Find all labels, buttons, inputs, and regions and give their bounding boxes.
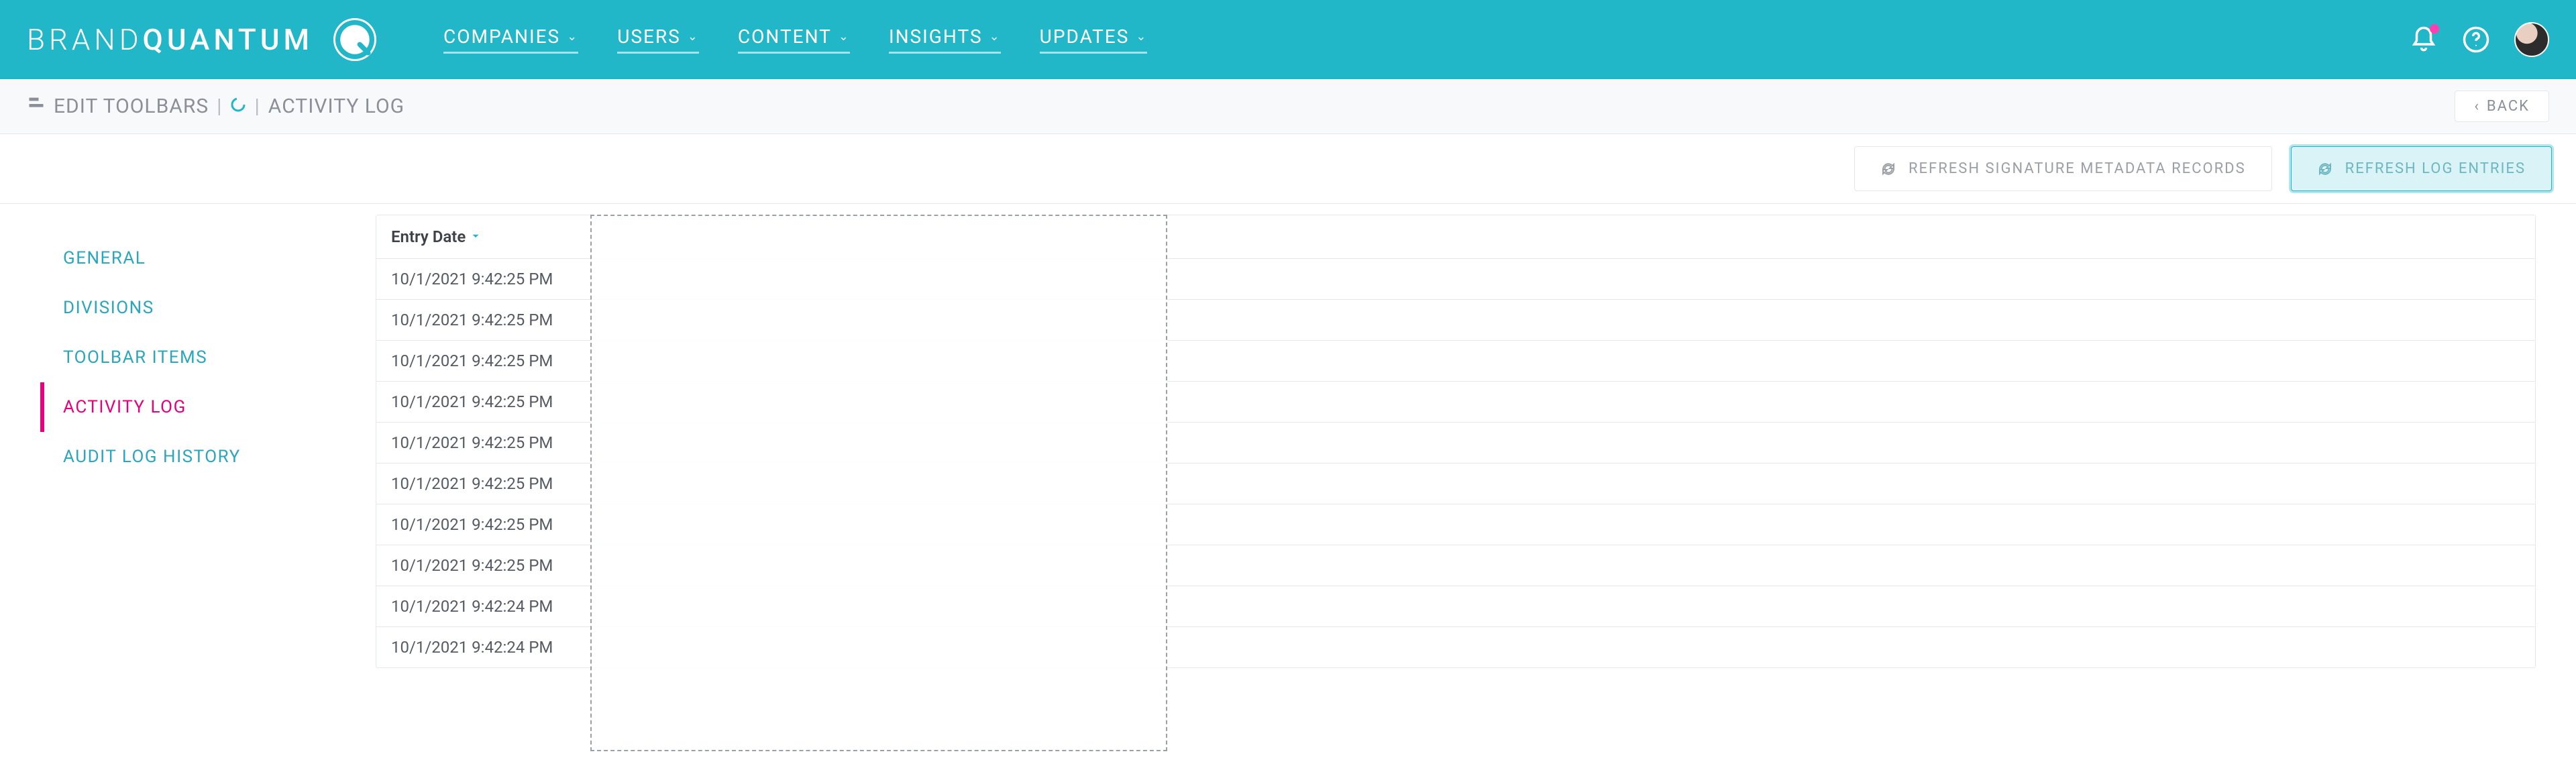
cell-rest	[591, 473, 2535, 494]
refresh-metadata-label: REFRESH SIGNATURE METADATA RECORDS	[1909, 160, 2246, 177]
brand-logo-icon	[333, 18, 376, 61]
chevron-down-icon: ⌄	[989, 30, 1001, 44]
content-area: Entry Date 10/1/2021 9:42:25 PM10/1/2021…	[376, 215, 2576, 668]
sidebar-item-label: TOOLBAR ITEMS	[63, 347, 207, 368]
cell-entry-date: 10/1/2021 9:42:25 PM	[376, 545, 591, 586]
help-icon	[2462, 25, 2490, 54]
brand-word-1: BRAND	[27, 22, 143, 57]
table-row[interactable]: 10/1/2021 9:42:25 PM	[376, 300, 2535, 341]
help-button[interactable]	[2462, 25, 2490, 54]
refresh-log-button[interactable]: REFRESH LOG ENTRIES	[2291, 146, 2552, 191]
sidebar-item-divisions[interactable]: DIVISIONS	[40, 283, 349, 333]
cell-rest	[591, 309, 2535, 331]
refresh-log-label: REFRESH LOG ENTRIES	[2345, 160, 2526, 177]
table-row[interactable]: 10/1/2021 9:42:25 PM	[376, 259, 2535, 300]
breadcrumb-title: EDIT TOOLBARS	[54, 95, 209, 118]
sidebar-item-label: AUDIT LOG HISTORY	[63, 447, 241, 467]
activity-log-table: Entry Date 10/1/2021 9:42:25 PM10/1/2021…	[376, 215, 2536, 668]
chevron-down-icon: ⌄	[1136, 30, 1147, 44]
chevron-down-icon: ⌄	[839, 30, 850, 44]
cell-rest	[591, 350, 2535, 372]
table-row[interactable]: 10/1/2021 9:42:24 PM	[376, 627, 2535, 667]
notifications-button[interactable]	[2410, 25, 2438, 54]
table-row[interactable]: 10/1/2021 9:42:24 PM	[376, 586, 2535, 627]
chevron-left-icon: ‹	[2474, 98, 2480, 115]
loading-spinner-icon	[230, 95, 246, 118]
topnav-icons	[2410, 22, 2549, 57]
column-header-rest	[591, 225, 2535, 249]
cell-entry-date: 10/1/2021 9:42:24 PM	[376, 627, 591, 667]
sidebar-item-audit-log-history[interactable]: AUDIT LOG HISTORY	[40, 432, 349, 482]
nav-insights[interactable]: INSIGHTS ⌄	[889, 25, 1001, 54]
sidebar-item-label: GENERAL	[63, 248, 146, 268]
brand-wordmark: BRANDQUANTUM	[27, 22, 313, 57]
main-body: GENERAL DIVISIONS TOOLBAR ITEMS ACTIVITY…	[0, 204, 2576, 668]
nav-label: USERS	[617, 25, 681, 48]
cell-rest	[591, 555, 2535, 576]
column-header-label: Entry Date	[391, 227, 466, 246]
cell-rest	[591, 268, 2535, 290]
notification-dot-icon	[2430, 24, 2439, 34]
breadcrumb-separator: |	[217, 95, 222, 118]
column-header-entry-date[interactable]: Entry Date	[376, 215, 591, 258]
cell-entry-date: 10/1/2021 9:42:25 PM	[376, 423, 591, 463]
cell-rest	[591, 596, 2535, 617]
toolbar-icon	[27, 95, 46, 119]
brand: BRANDQUANTUM	[27, 18, 376, 61]
table-row[interactable]: 10/1/2021 9:42:25 PM	[376, 504, 2535, 545]
nav-users[interactable]: USERS ⌄	[617, 25, 699, 54]
breadcrumb-section: ACTIVITY LOG	[268, 95, 405, 118]
table-row[interactable]: 10/1/2021 9:42:25 PM	[376, 463, 2535, 504]
refresh-icon	[1880, 161, 1896, 177]
table-row[interactable]: 10/1/2021 9:42:25 PM	[376, 545, 2535, 586]
brand-word-2: QUANTUM	[143, 22, 313, 57]
breadcrumb-separator: |	[254, 95, 260, 118]
cell-entry-date: 10/1/2021 9:42:25 PM	[376, 382, 591, 422]
cell-entry-date: 10/1/2021 9:42:25 PM	[376, 259, 591, 299]
cell-rest	[591, 637, 2535, 658]
sidebar-item-toolbar-items[interactable]: TOOLBAR ITEMS	[40, 333, 349, 382]
cell-entry-date: 10/1/2021 9:42:25 PM	[376, 341, 591, 381]
table-row[interactable]: 10/1/2021 9:42:25 PM	[376, 423, 2535, 463]
nav-label: COMPANIES	[443, 25, 560, 48]
chevron-down-icon: ⌄	[688, 30, 699, 44]
table-header-row: Entry Date	[376, 215, 2535, 259]
nav-label: UPDATES	[1040, 25, 1130, 48]
sidebar-item-label: ACTIVITY LOG	[63, 397, 186, 417]
sidebar: GENERAL DIVISIONS TOOLBAR ITEMS ACTIVITY…	[40, 215, 349, 482]
cell-rest	[591, 514, 2535, 535]
table-row[interactable]: 10/1/2021 9:42:25 PM	[376, 382, 2535, 423]
sidebar-item-general[interactable]: GENERAL	[40, 233, 349, 283]
top-nav: BRANDQUANTUM COMPANIES ⌄ USERS ⌄ CONTENT…	[0, 0, 2576, 79]
cell-rest	[591, 432, 2535, 453]
nav-updates[interactable]: UPDATES ⌄	[1040, 25, 1148, 54]
refresh-icon	[2317, 161, 2333, 177]
main-menu: COMPANIES ⌄ USERS ⌄ CONTENT ⌄ INSIGHTS ⌄…	[443, 25, 1147, 54]
sidebar-item-label: DIVISIONS	[63, 298, 154, 318]
refresh-metadata-button[interactable]: REFRESH SIGNATURE METADATA RECORDS	[1854, 146, 2272, 191]
chevron-down-icon: ⌄	[567, 30, 578, 44]
nav-content[interactable]: CONTENT ⌄	[738, 25, 850, 54]
cell-rest	[591, 391, 2535, 413]
nav-label: CONTENT	[738, 25, 832, 48]
nav-label: INSIGHTS	[889, 25, 983, 48]
table-row[interactable]: 10/1/2021 9:42:25 PM	[376, 341, 2535, 382]
sort-desc-icon	[470, 227, 482, 246]
avatar-icon	[2514, 22, 2549, 57]
sub-header: EDIT TOOLBARS | | ACTIVITY LOG ‹ BACK	[0, 79, 2576, 134]
back-button[interactable]: ‹ BACK	[2455, 91, 2549, 122]
cell-entry-date: 10/1/2021 9:42:25 PM	[376, 463, 591, 504]
cell-entry-date: 10/1/2021 9:42:25 PM	[376, 300, 591, 340]
cell-entry-date: 10/1/2021 9:42:24 PM	[376, 586, 591, 626]
breadcrumb: EDIT TOOLBARS | | ACTIVITY LOG	[27, 95, 405, 119]
cell-entry-date: 10/1/2021 9:42:25 PM	[376, 504, 591, 545]
nav-companies[interactable]: COMPANIES ⌄	[443, 25, 578, 54]
action-bar: REFRESH SIGNATURE METADATA RECORDS REFRE…	[0, 134, 2576, 204]
sidebar-item-activity-log[interactable]: ACTIVITY LOG	[40, 382, 349, 432]
user-menu[interactable]	[2514, 22, 2549, 57]
back-label: BACK	[2487, 98, 2530, 115]
